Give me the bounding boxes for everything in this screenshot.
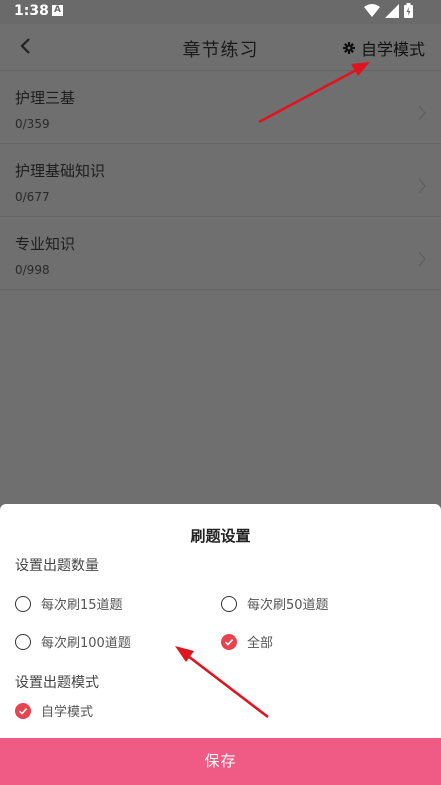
status-time: 1:38 — [14, 3, 49, 19]
chapter-name: 护理基础知识 — [15, 162, 106, 180]
app-bar: 章节练习 自学模式 — [0, 24, 441, 71]
signal-icon — [385, 3, 399, 18]
option-15-questions[interactable]: 每次刷15道题 — [15, 594, 123, 613]
option-label: 每次刷15道题 — [41, 598, 123, 613]
option-label: 每次刷100道题 — [41, 636, 131, 651]
status-bar: 1:38 A — [0, 0, 441, 24]
radio-unchecked-icon[interactable] — [221, 595, 237, 612]
battery-icon — [404, 3, 413, 18]
chevron-right-icon — [418, 251, 426, 267]
chapter-progress: 0/998 — [15, 263, 50, 277]
quantity-section-label: 设置出题数量 — [15, 558, 99, 574]
option-all[interactable]: 全部 — [221, 632, 273, 651]
status-icons — [364, 3, 413, 18]
radio-unchecked-icon[interactable] — [15, 633, 31, 650]
mode-section-label: 设置出题模式 — [15, 675, 99, 691]
gear-icon — [342, 42, 355, 54]
chapter-item[interactable]: 护理三基 0/359 — [0, 71, 441, 144]
radio-checked-icon[interactable] — [15, 702, 31, 719]
option-100-questions[interactable]: 每次刷100道题 — [15, 632, 131, 651]
option-study-mode[interactable]: 自学模式 — [15, 701, 93, 720]
practice-settings-sheet: 刷题设置 设置出题数量 每次刷15道题 每次刷50道题 每次刷100道题 全部 … — [0, 504, 441, 785]
chapter-item[interactable]: 护理基础知识 0/677 — [0, 144, 441, 217]
chapter-name: 专业知识 — [15, 235, 76, 253]
study-mode-label: 自学模式 — [360, 40, 425, 59]
chevron-right-icon — [418, 178, 426, 194]
chapter-progress: 0/359 — [15, 117, 50, 131]
study-mode-button[interactable]: 自学模式 — [342, 36, 425, 60]
chapter-item[interactable]: 专业知识 0/998 — [0, 217, 441, 290]
radio-checked-icon[interactable] — [221, 633, 237, 650]
sheet-title: 刷题设置 — [190, 527, 251, 545]
chapter-list: 护理三基 0/359 护理基础知识 0/677 专业知识 0/998 — [0, 71, 441, 290]
option-label: 自学模式 — [41, 705, 94, 720]
chevron-right-icon — [418, 105, 426, 121]
notification-icon: A — [52, 5, 63, 16]
radio-unchecked-icon[interactable] — [15, 595, 31, 612]
option-label: 每次刷50道题 — [247, 598, 329, 613]
chapter-name: 护理三基 — [15, 89, 76, 107]
wifi-icon — [364, 3, 380, 17]
option-label: 全部 — [247, 636, 274, 651]
save-button[interactable]: 保存 — [0, 738, 441, 785]
chapter-progress: 0/677 — [15, 190, 50, 204]
option-50-questions[interactable]: 每次刷50道题 — [221, 594, 329, 613]
